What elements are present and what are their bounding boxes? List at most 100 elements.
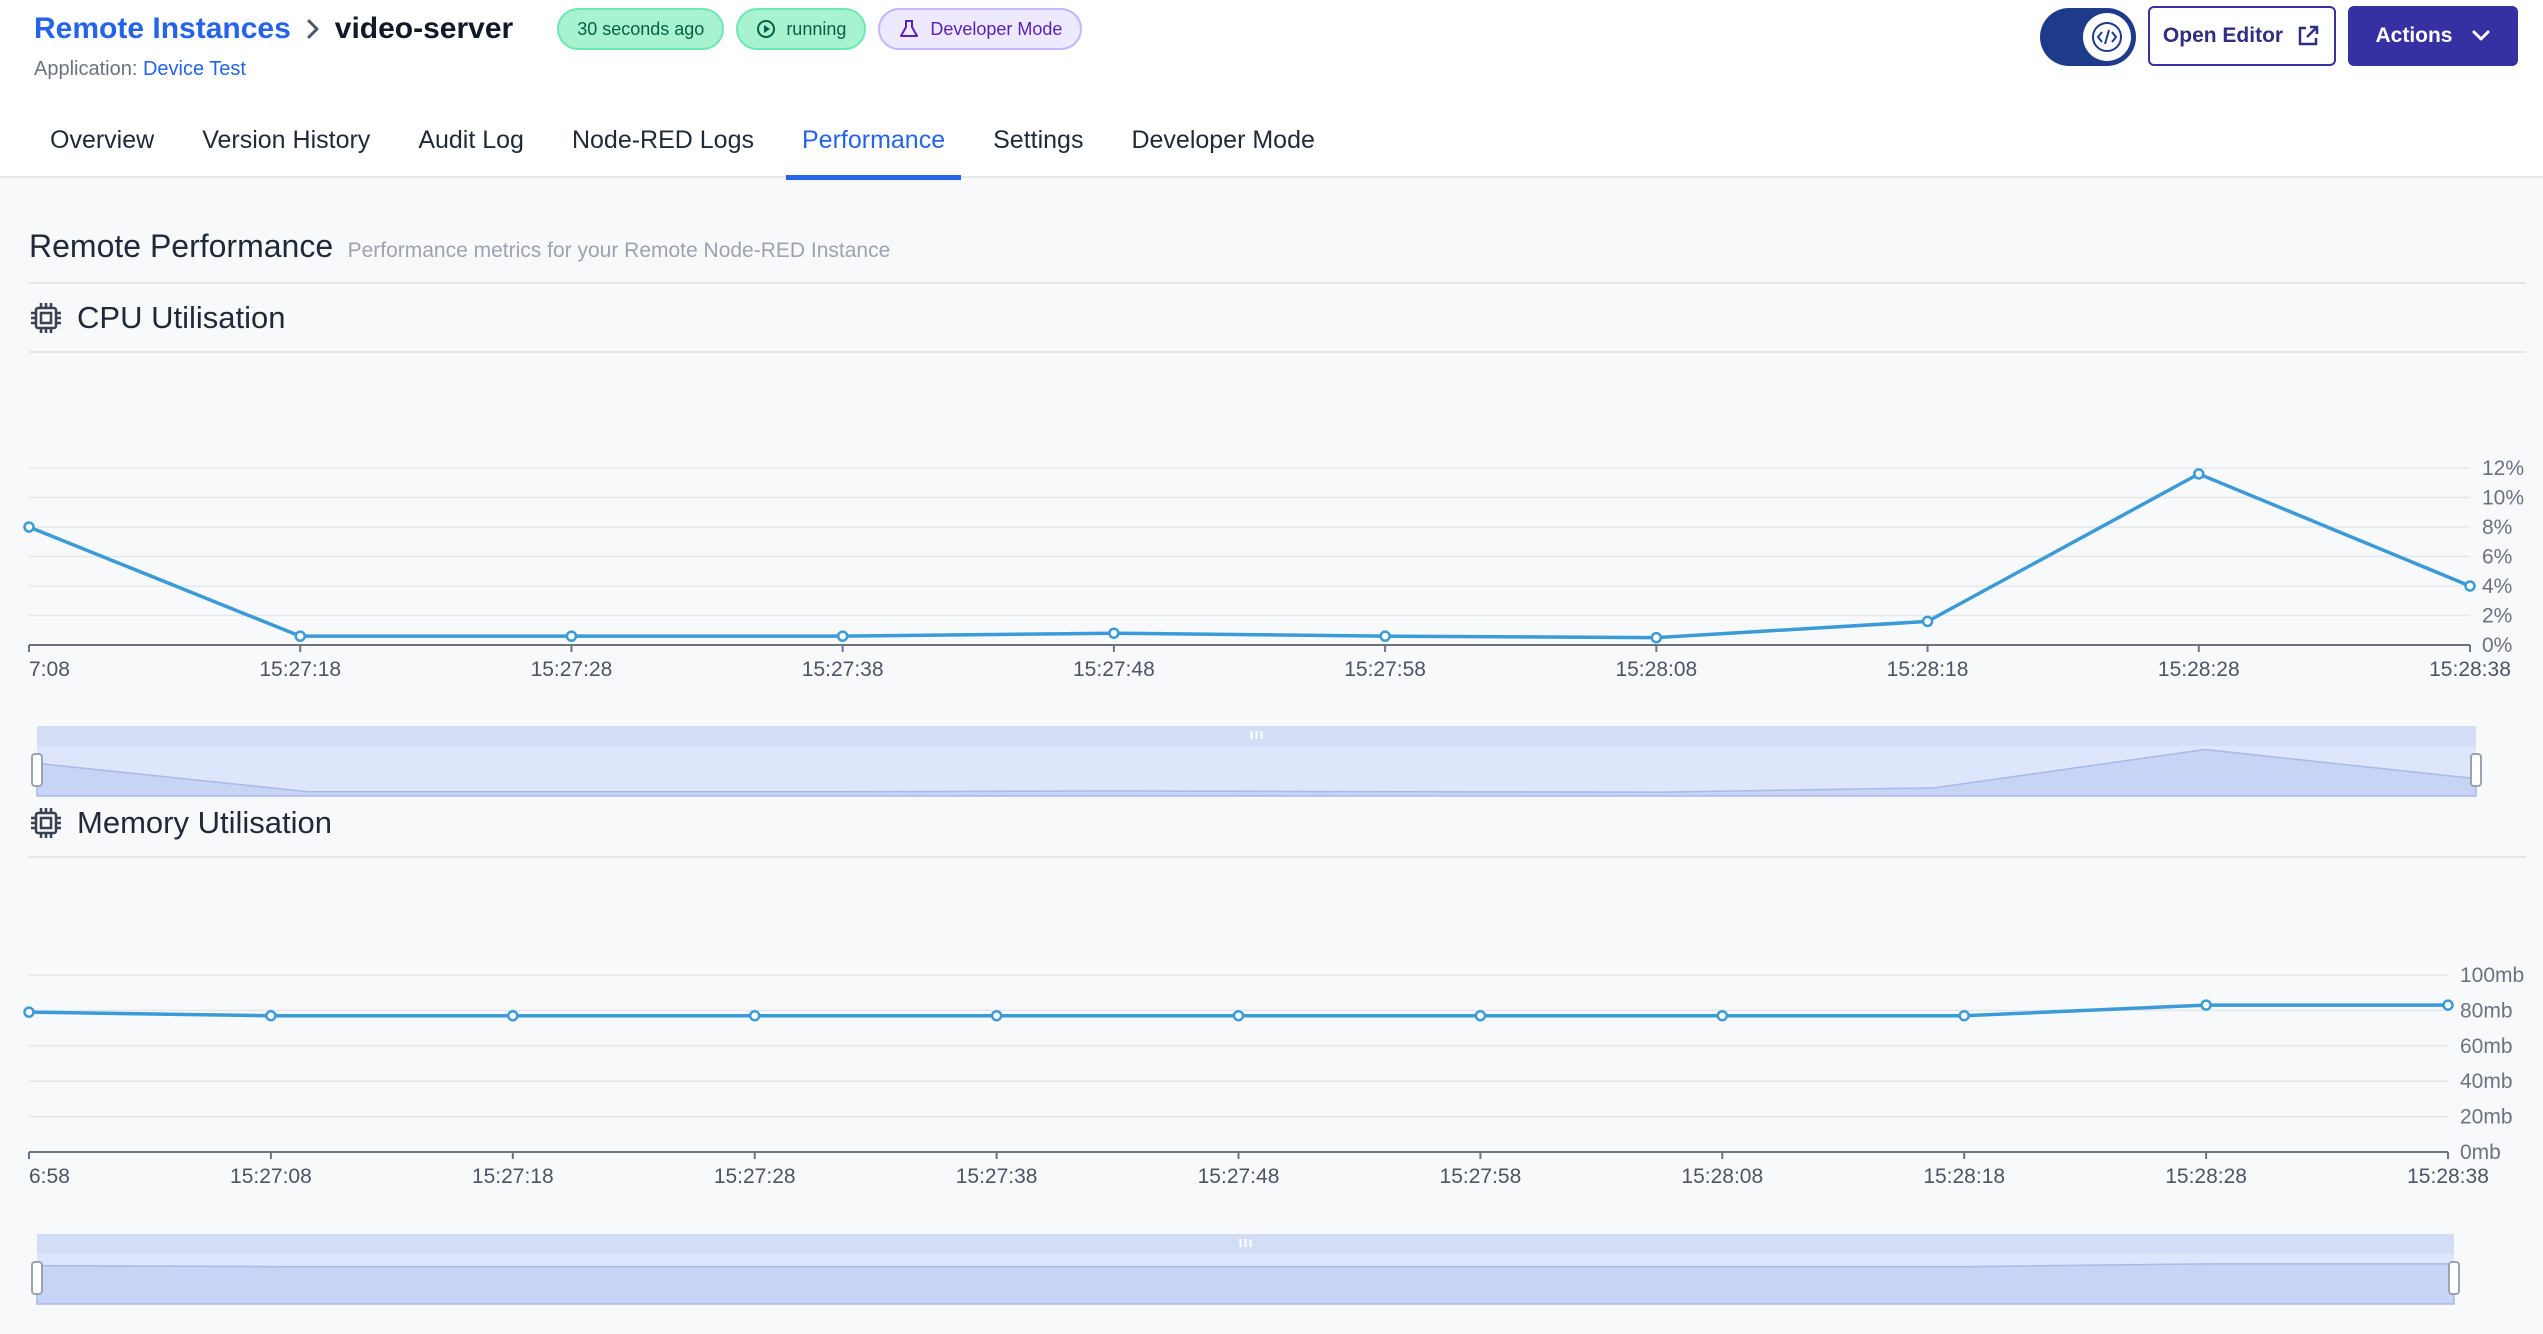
cpu-y-tick-label: 4% bbox=[2482, 575, 2512, 598]
memory-y-tick-label: 80mb bbox=[2460, 999, 2513, 1022]
memory-data-point bbox=[990, 1009, 1003, 1022]
cpu-data-point bbox=[2464, 580, 2476, 592]
tab-settings[interactable]: Settings bbox=[977, 118, 1099, 178]
section-header: Remote Performance Performance metrics f… bbox=[29, 228, 2526, 284]
memory-x-tick-label: 15:28:08 bbox=[1681, 1165, 1763, 1188]
cpu-data-point bbox=[1650, 631, 1663, 644]
cpu-chart-title: CPU Utilisation bbox=[77, 300, 286, 335]
cpu-data-point bbox=[565, 630, 578, 642]
cpu-x-tick-label: 15:27:18 bbox=[259, 658, 341, 681]
page-title: video-server bbox=[334, 12, 514, 45]
cpu-data-point bbox=[1108, 627, 1120, 639]
cpu-y-tick-label: 6% bbox=[2482, 546, 2512, 569]
open-editor-button[interactable]: Open Editor bbox=[2148, 6, 2336, 66]
memory-data-point bbox=[748, 1009, 761, 1022]
cpu-zoom-handle bbox=[31, 753, 43, 787]
cpu-y-tick-label: 10% bbox=[2482, 487, 2524, 510]
instance-header: Remote Instances video-server 30 seconds… bbox=[0, 0, 2543, 180]
cpu-y-tick-label: 0% bbox=[2482, 634, 2512, 657]
breadcrumb-remote-instances-link[interactable]: Remote Instances bbox=[34, 12, 291, 46]
section-title: Remote Performance bbox=[29, 228, 334, 264]
last-seen-text: 30 seconds ago bbox=[577, 18, 705, 39]
memory-x-tick-label: 15:27:38 bbox=[956, 1165, 1038, 1188]
memory-y-tick-label: 60mb bbox=[2460, 1035, 2513, 1058]
memory-x-tick-label: 15:28:18 bbox=[1923, 1165, 2005, 1188]
status-text: running bbox=[786, 18, 847, 39]
beaker-icon bbox=[900, 20, 919, 37]
tab-audit-log[interactable]: Audit Log bbox=[402, 118, 540, 178]
chip-icon bbox=[31, 808, 61, 838]
developer-mode-badge: Developer Mode bbox=[878, 8, 1083, 50]
memory-x-tick-label: 15:27:48 bbox=[1198, 1165, 1280, 1188]
cpu-data-point bbox=[836, 630, 849, 642]
cpu-x-tick-label: 15:27:28 bbox=[531, 658, 613, 681]
section-subtitle: Performance metrics for your Remote Node… bbox=[347, 239, 891, 262]
cpu-data-point bbox=[294, 630, 306, 642]
application-line: Application: Device Test bbox=[34, 58, 246, 81]
memory-data-point bbox=[2442, 999, 2454, 1011]
tab-developer-mode[interactable]: Developer Mode bbox=[1115, 118, 1330, 178]
cpu-data-point bbox=[1921, 615, 1934, 628]
memory-y-tick-label: 0mb bbox=[2460, 1141, 2501, 1164]
memory-x-tick-label: 15:27:28 bbox=[714, 1165, 796, 1188]
cpu-x-tick-label: 15:28:38 bbox=[2429, 658, 2511, 681]
memory-data-point bbox=[23, 1006, 35, 1018]
chevron-down-icon bbox=[2472, 30, 2489, 41]
memory-x-tick-label: 6:58 bbox=[29, 1165, 70, 1188]
play-circle-icon bbox=[757, 20, 776, 38]
memory-x-tick-label: 15:28:38 bbox=[2407, 1165, 2489, 1188]
memory-zoom-preview-area bbox=[36, 1263, 2455, 1305]
cpu-data-point bbox=[1379, 630, 1391, 642]
external-link-icon bbox=[2298, 25, 2319, 46]
cpu-x-tick-label: 7:08 bbox=[29, 658, 70, 681]
memory-data-point bbox=[507, 1009, 519, 1022]
memory-data-point bbox=[2200, 999, 2212, 1011]
memory-zoom-handle bbox=[2448, 1261, 2460, 1295]
memory-x-tick-label: 15:27:08 bbox=[230, 1165, 312, 1188]
memory-y-tick-label: 100mb bbox=[2460, 964, 2524, 987]
breadcrumb: Remote Instances video-server 30 seconds… bbox=[34, 8, 1083, 50]
chevron-right-icon bbox=[307, 19, 319, 39]
tab-node-red-logs[interactable]: Node-RED Logs bbox=[556, 118, 770, 178]
code-icon bbox=[2092, 22, 2122, 52]
cpu-y-tick-label: 8% bbox=[2482, 516, 2512, 539]
developer-mode-text: Developer Mode bbox=[930, 18, 1063, 39]
memory-data-zoom-slider[interactable] bbox=[31, 1234, 2460, 1305]
cpu-x-tick-label: 15:27:38 bbox=[802, 658, 884, 681]
application-label: Application: bbox=[34, 58, 138, 80]
cpu-data-point bbox=[2193, 468, 2205, 480]
cpu-data-zoom-slider[interactable] bbox=[31, 726, 2482, 797]
cpu-y-tick-label: 2% bbox=[2482, 605, 2512, 628]
actions-label: Actions bbox=[2375, 24, 2453, 47]
cpu-x-tick-label: 15:27:58 bbox=[1344, 658, 1426, 681]
last-seen-badge: 30 seconds ago bbox=[557, 8, 725, 50]
tab-overview[interactable]: Overview bbox=[34, 118, 170, 178]
cpu-x-tick-label: 15:28:18 bbox=[1887, 658, 1969, 681]
memory-utilisation-chart: 0mb 20mb 40mb 60mb 80mb 100mb 6:58 15:27:08 15:2… bbox=[23, 964, 2524, 1305]
cpu-y-tick-label: 12% bbox=[2482, 457, 2524, 480]
cpu-utilisation-chart: 0% 2% 4% 6% 8% 10% 12% 7:08 15:27:18 15:27:28 15:2… bbox=[23, 457, 2524, 797]
cpu-x-tick-label: 15:27:48 bbox=[1073, 658, 1155, 681]
memory-zoom-handle bbox=[31, 1261, 43, 1295]
memory-chart-header: Memory Utilisation bbox=[29, 790, 2526, 858]
tab-version-history[interactable]: Version History bbox=[186, 118, 386, 178]
memory-data-point bbox=[1958, 1009, 1970, 1022]
toggle-knob bbox=[2083, 13, 2131, 61]
memory-data-point bbox=[1716, 1009, 1729, 1022]
open-editor-label: Open Editor bbox=[2162, 24, 2284, 47]
application-link[interactable]: Device Test bbox=[143, 58, 246, 80]
memory-x-tick-label: 15:27:18 bbox=[472, 1165, 554, 1188]
memory-x-tick-label: 15:28:28 bbox=[2165, 1165, 2247, 1188]
cpu-chart-header: CPU Utilisation bbox=[29, 285, 2526, 353]
cpu-x-tick-label: 15:28:08 bbox=[1615, 658, 1697, 681]
tab-bar: Overview Version History Audit Log Node-… bbox=[34, 118, 1347, 180]
status-badge: running bbox=[736, 8, 867, 50]
chip-icon bbox=[31, 303, 61, 333]
developer-mode-toggle[interactable] bbox=[2040, 8, 2136, 66]
memory-data-point bbox=[1232, 1009, 1245, 1022]
cpu-zoom-handle bbox=[2470, 753, 2482, 787]
actions-dropdown-button[interactable]: Actions bbox=[2348, 6, 2518, 66]
tab-performance[interactable]: Performance bbox=[785, 118, 962, 180]
cpu-data-point bbox=[23, 521, 35, 533]
memory-x-tick-label: 15:27:58 bbox=[1440, 1165, 1522, 1188]
